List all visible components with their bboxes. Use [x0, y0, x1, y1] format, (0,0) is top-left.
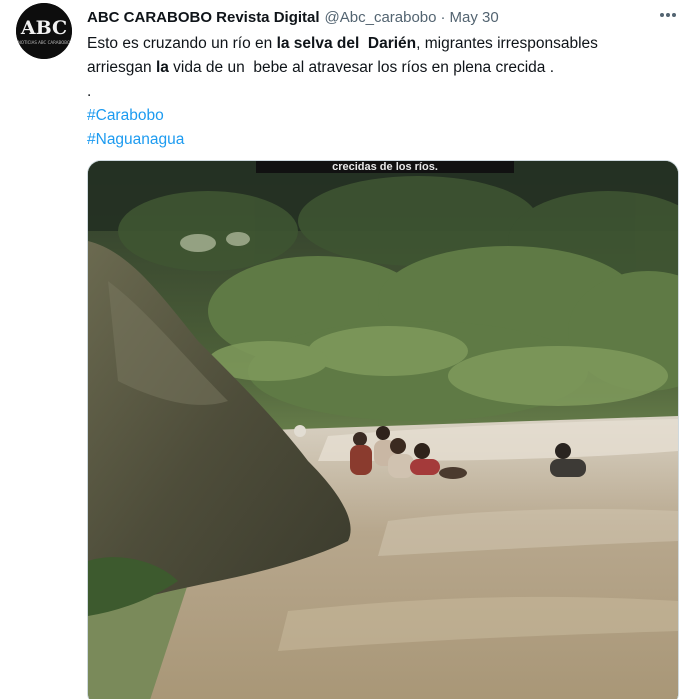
text-segment: , migrantes irresponsables	[416, 35, 598, 52]
avatar-logo-text: ABC	[20, 17, 67, 39]
tweet-text-line-2: arriesgan la vida de un bebe al atravesa…	[87, 56, 672, 80]
tweet-video[interactable]: crecidas de los ríos.	[87, 160, 679, 699]
hashtag-carabobo[interactable]: #Carabobo	[87, 104, 672, 128]
more-horizontal-icon	[660, 13, 676, 17]
text-bold-segment: la selva del Darién	[276, 35, 417, 52]
text-segment: arriesgan	[87, 59, 156, 76]
tweet-text-line-1: Esto es cruzando un río en la selva del …	[87, 32, 672, 56]
avatar[interactable]: ABC NOTICIAS ABC CARABOBO	[16, 3, 72, 59]
user-handle[interactable]: @Abc_carabobo	[325, 9, 437, 26]
display-name[interactable]: ABC CARABOBO Revista Digital	[87, 9, 320, 26]
tweet-date[interactable]: May 30	[450, 9, 499, 26]
tweet: ABC NOTICIAS ABC CARABOBO ABC CARABOBO R…	[0, 0, 700, 699]
tweet-text-line-3: .	[87, 83, 92, 100]
tweet-text: Esto es cruzando un río en la selva del …	[87, 32, 672, 152]
more-options-button[interactable]	[656, 5, 680, 25]
text-segment: vida de un bebe al atravesar los ríos en…	[168, 59, 555, 76]
text-segment: Esto es cruzando un río en	[87, 35, 277, 52]
tweet-header: ABC CARABOBO Revista Digital @Abc_carabo…	[87, 7, 688, 27]
separator-dot: ·	[440, 8, 446, 26]
avatar-logo-subtext: NOTICIAS ABC CARABOBO	[18, 40, 70, 45]
video-frame	[88, 161, 678, 699]
hashtag-naguanagua[interactable]: #Naguanagua	[87, 128, 672, 152]
video-caption: crecidas de los ríos.	[256, 161, 514, 173]
text-bold-segment: la	[155, 59, 169, 76]
